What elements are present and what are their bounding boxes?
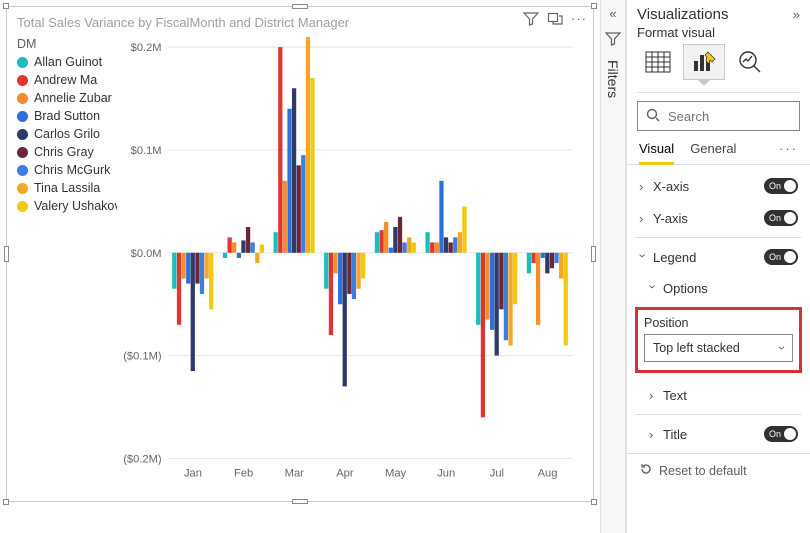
expand-filters-icon[interactable]: «: [609, 6, 616, 21]
legend-label: Chris McGurk: [34, 163, 110, 177]
legend-item[interactable]: Tina Lassila: [17, 181, 117, 195]
svg-text:Jan: Jan: [184, 468, 202, 480]
reset-icon: [639, 462, 653, 479]
report-canvas[interactable]: ··· Total Sales Variance by FiscalMonth …: [0, 0, 600, 533]
filters-pane-collapsed[interactable]: « Filters: [600, 0, 626, 533]
svg-text:$0.2M: $0.2M: [131, 42, 162, 54]
legend-label: Tina Lassila: [34, 181, 100, 195]
chart-legend: DM Allan Guinot Andrew Ma Annelie Zubar Bra…: [17, 37, 117, 491]
pane-title: Visualizations: [637, 6, 728, 23]
chevron-down-icon: ›: [646, 285, 661, 293]
legend-item[interactable]: Valery Ushakov: [17, 199, 117, 213]
section-legend[interactable]: › Legend On: [635, 242, 802, 272]
svg-text:Feb: Feb: [234, 468, 253, 480]
visualizations-pane: Visualizations » Format visual: [626, 0, 810, 533]
chevron-right-icon: ›: [649, 388, 657, 403]
svg-text:Aug: Aug: [538, 468, 558, 480]
position-setting-highlight: Position Top left stacked ›: [635, 307, 802, 373]
legend-label: Brad Sutton: [34, 109, 100, 123]
legend-swatch: [17, 93, 28, 104]
legend-item[interactable]: Chris McGurk: [17, 163, 117, 177]
filter-icon[interactable]: [523, 11, 539, 30]
chevron-right-icon: ›: [649, 427, 657, 442]
focus-mode-icon[interactable]: [547, 11, 563, 30]
chevron-down-icon: ›: [636, 253, 651, 261]
svg-text:($0.2M): ($0.2M): [123, 453, 162, 465]
svg-text:Mar: Mar: [285, 468, 304, 480]
legend-label: Allan Guinot: [34, 55, 102, 69]
analytics-tab[interactable]: [729, 44, 771, 80]
search-input-wrapper[interactable]: [637, 101, 800, 131]
chart-plot-area[interactable]: $0.2M $0.1M $0.0M ($0.1M) ($0.2M) Jan Feb Mar Ap…: [117, 37, 583, 491]
legend-position-dropdown[interactable]: Top left stacked ›: [644, 334, 793, 362]
svg-text:Jun: Jun: [437, 468, 455, 480]
legend-swatch: [17, 183, 28, 194]
filters-label: Filters: [605, 60, 621, 98]
tab-more-icon[interactable]: ···: [779, 141, 798, 164]
filter-icon: [605, 31, 621, 50]
legend-label: Valery Ushakov: [34, 199, 117, 213]
legend-swatch: [17, 201, 28, 212]
reset-to-default[interactable]: Reset to default: [627, 453, 810, 487]
format-search-input[interactable]: [666, 108, 810, 125]
section-x-axis[interactable]: › X-axis On: [635, 171, 802, 201]
legend-label: Carlos Grilo: [34, 127, 100, 141]
chevron-right-icon: ›: [639, 179, 647, 194]
legend-swatch: [17, 111, 28, 122]
legend-swatch: [17, 129, 28, 140]
chevron-down-icon: ›: [775, 346, 789, 350]
legend-item[interactable]: Brad Sutton: [17, 109, 117, 123]
chevron-right-icon: ›: [639, 211, 647, 226]
legend-title-toggle[interactable]: On: [764, 426, 798, 442]
section-legend-options[interactable]: › Options: [635, 274, 802, 303]
search-icon: [646, 108, 660, 125]
legend-item[interactable]: Carlos Grilo: [17, 127, 117, 141]
position-label: Position: [644, 316, 793, 330]
section-y-axis[interactable]: › Y-axis On: [635, 203, 802, 233]
legend-swatch: [17, 57, 28, 68]
x-axis-toggle[interactable]: On: [764, 178, 798, 194]
legend-item[interactable]: Chris Gray: [17, 145, 117, 159]
chart-visual-frame[interactable]: ··· Total Sales Variance by FiscalMonth …: [6, 6, 594, 502]
legend-swatch: [17, 165, 28, 176]
chart-title: Total Sales Variance by FiscalMonth and …: [7, 7, 593, 32]
legend-label: Andrew Ma: [34, 73, 97, 87]
legend-item[interactable]: Allan Guinot: [17, 55, 117, 69]
legend-swatch: [17, 75, 28, 86]
legend-title: DM: [17, 37, 117, 51]
legend-item[interactable]: Andrew Ma: [17, 73, 117, 87]
legend-label: Chris Gray: [34, 145, 94, 159]
y-axis-toggle[interactable]: On: [764, 210, 798, 226]
pane-subtitle: Format visual: [627, 25, 810, 44]
section-legend-text[interactable]: › Text: [635, 381, 802, 410]
legend-label: Annelie Zubar: [34, 91, 112, 105]
legend-item[interactable]: Annelie Zubar: [17, 91, 117, 105]
legend-swatch: [17, 147, 28, 158]
svg-text:Jul: Jul: [490, 468, 504, 480]
more-options-icon[interactable]: ···: [571, 11, 587, 30]
collapse-pane-icon[interactable]: »: [793, 7, 800, 22]
tab-general[interactable]: General: [690, 141, 736, 164]
section-legend-title[interactable]: › Title On: [635, 419, 802, 449]
tab-visual[interactable]: Visual: [639, 141, 674, 165]
format-visual-tab[interactable]: [683, 44, 725, 80]
svg-text:$0.1M: $0.1M: [131, 145, 162, 157]
svg-text:May: May: [385, 468, 406, 480]
svg-text:Apr: Apr: [336, 468, 354, 480]
build-visual-tab[interactable]: [637, 44, 679, 80]
svg-text:($0.1M): ($0.1M): [123, 351, 162, 363]
svg-text:$0.0M: $0.0M: [131, 248, 162, 260]
legend-toggle[interactable]: On: [764, 249, 798, 265]
